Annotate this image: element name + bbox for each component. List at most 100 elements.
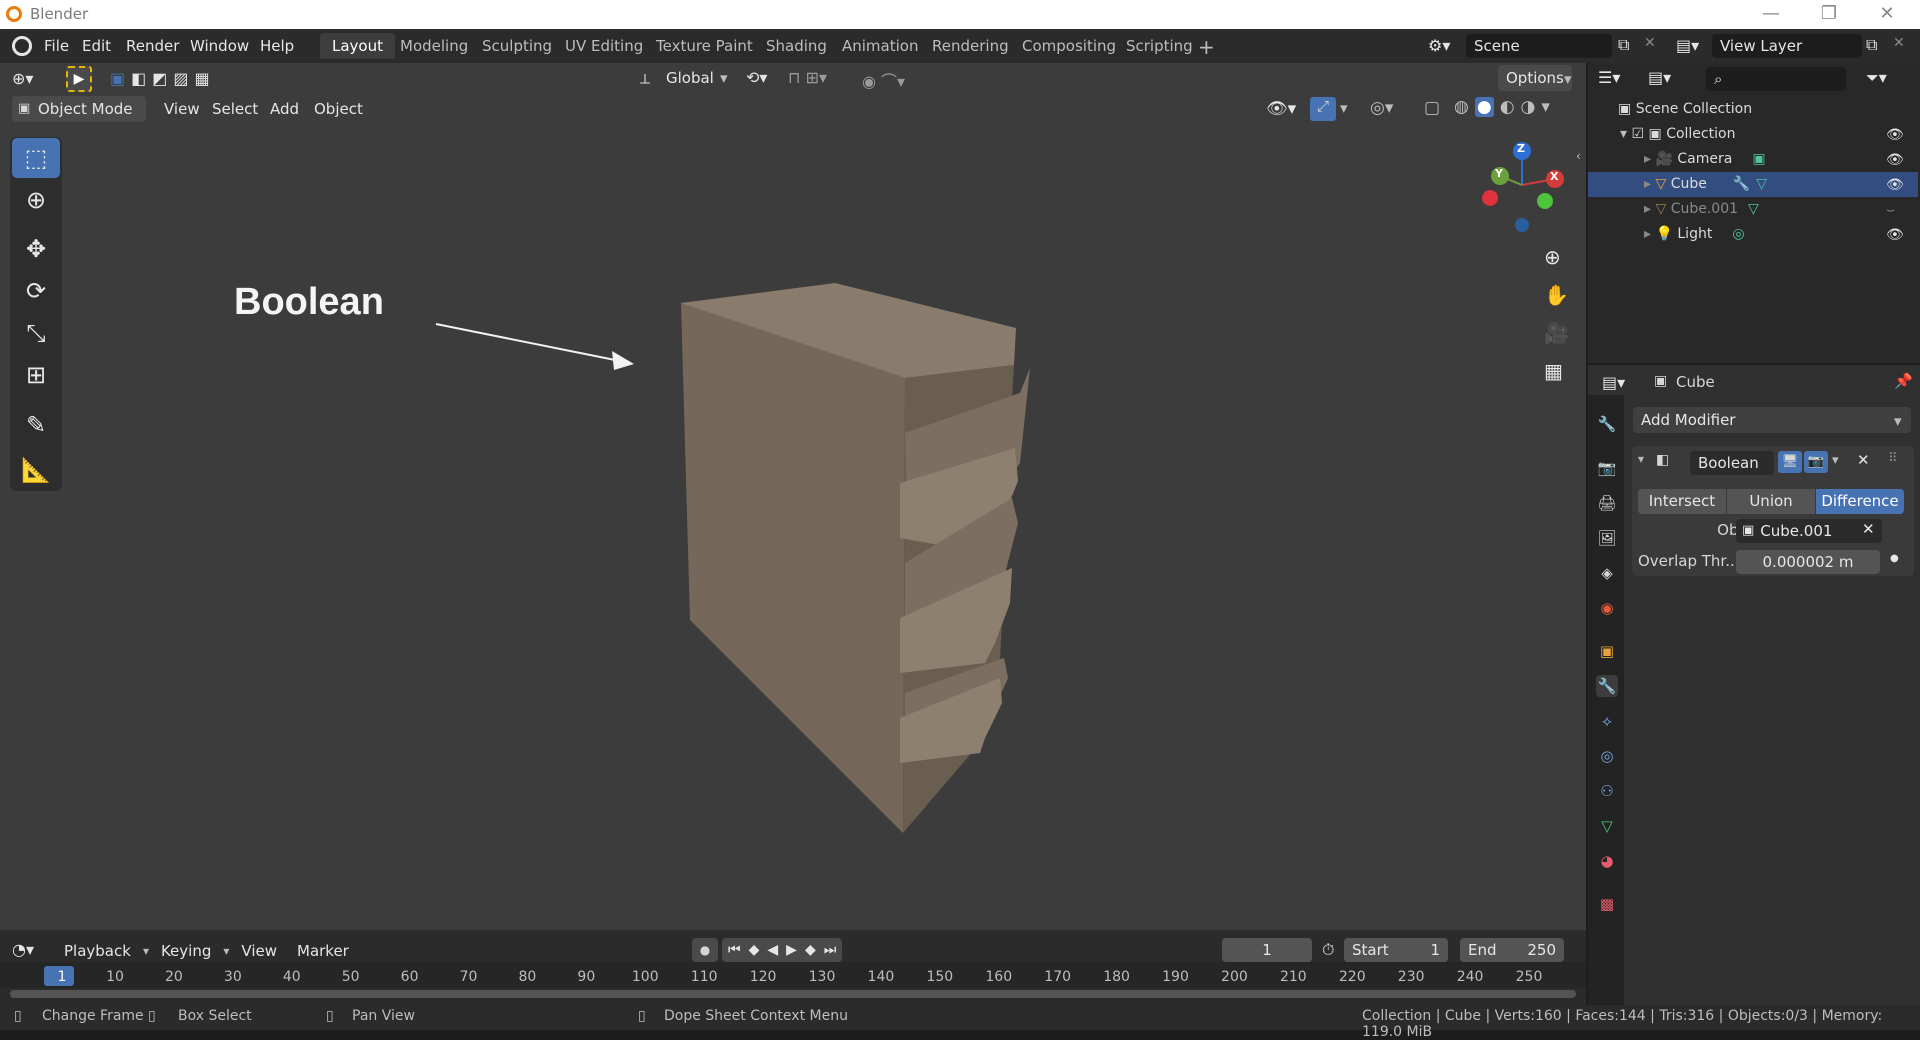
tab-shading[interactable]: Shading [754,33,839,59]
tab-rendering[interactable]: Rendering [920,33,1021,59]
viewport-menu-select[interactable]: Select [204,98,266,120]
physics-tab-icon[interactable]: ◎ [1596,745,1618,767]
orientation-icon[interactable]: ⟂ [640,70,650,88]
output-tab-icon[interactable]: 🖨 [1596,492,1618,514]
display-mode-icon[interactable]: ▤▾ [1648,68,1671,87]
select-tool-icon[interactable]: ▶ [66,66,92,92]
timeline-scrollbar[interactable] [10,990,1576,998]
overlays-icon[interactable]: ◎▾ [1370,98,1393,118]
collapse-sidebar-icon[interactable]: ‹ [1576,149,1581,163]
outliner-item-cube[interactable]: ▸ ▽ Cube 🔧 ▽ [1644,172,1904,197]
collapse-modifier-icon[interactable]: ▾ [1638,452,1644,466]
gizmo-chevron-icon[interactable]: ▾ [1340,99,1348,117]
scale-tool-icon[interactable]: ⤡ [12,313,60,353]
3d-viewport[interactable]: Z X Y Boolean ⊕ ✋ 🎥 ▦ ‹ [0,63,1586,930]
timeline-menu-playback[interactable]: Playback [56,938,139,964]
timeline-editor-type-icon[interactable]: ◔▾ [12,940,34,959]
next-keyframe-icon[interactable]: ◆ [805,942,816,958]
visibility-icon[interactable]: 👁▾ [1266,99,1296,119]
timeline-menu-keying[interactable]: Keying [153,938,219,964]
stopwatch-icon[interactable]: ⏱ [1322,940,1334,960]
outliner-item-light[interactable]: ▸ 💡 Light ◎ [1644,222,1904,247]
collection-eye-icon[interactable]: 👁 [1886,127,1904,143]
data-tab-icon[interactable]: ▽ [1596,815,1618,837]
menu-edit[interactable]: Edit [74,35,119,57]
viewport-menu-object[interactable]: Object [306,98,371,120]
modifier-wrench-icon[interactable]: 🔧 [1733,176,1750,192]
tab-uv-editing[interactable]: UV Editing [553,33,655,59]
operation-intersect[interactable]: Intersect [1638,489,1726,514]
outliner-search-input[interactable]: ⌕ [1706,67,1846,91]
keying-chevron-icon[interactable]: ▾ [223,944,229,958]
scene-selector-icon[interactable]: ⚙▾ [1428,36,1450,55]
tab-compositing[interactable]: Compositing [1010,33,1128,59]
jump-end-icon[interactable]: ⏭ [824,942,837,958]
drag-handle-icon[interactable]: ⠿ [1888,451,1898,466]
gizmo-x-label[interactable]: X [1550,170,1558,183]
boolean-object-field[interactable]: ▣ Cube.001 [1736,519,1882,543]
view-layer-field[interactable]: View Layer [1712,34,1862,58]
xray-icon[interactable]: ▢ [1424,98,1440,118]
options-dropdown[interactable]: Options [1498,65,1572,91]
pin-icon[interactable]: 📌 [1894,372,1913,390]
restore-button[interactable]: ❐ [1809,2,1849,26]
outliner-item-camera[interactable]: ▸ 🎥 Camera ▣ [1644,147,1904,172]
cube-eye-icon[interactable]: 👁 [1886,177,1904,193]
gizmo-toggle-icon[interactable]: ⤢ [1310,97,1336,121]
scene-name-field[interactable]: Scene [1466,34,1612,58]
new-scene-icon[interactable]: ⧉ [1618,35,1629,55]
overlap-threshold-field[interactable]: 0.000002 m [1736,550,1880,574]
tab-modeling[interactable]: Modeling [388,33,480,59]
jump-start-icon[interactable]: ⏮ [728,942,741,958]
start-frame-field[interactable]: Start 1 [1344,938,1448,962]
texture-tab-icon[interactable]: ▩ [1596,893,1618,915]
tab-animation[interactable]: Animation [830,33,930,59]
playback-chevron-icon[interactable]: ▾ [143,944,149,958]
modifier-tab-icon[interactable]: 🔧 [1596,675,1618,697]
tab-scripting[interactable]: Scripting [1114,33,1205,59]
close-window-button[interactable]: ✕ [1867,2,1907,26]
outliner-editor-type-icon[interactable]: ☰▾ [1598,68,1620,87]
viewport-menu-view[interactable]: View [156,98,208,120]
add-modifier-dropdown[interactable]: Add Modifier [1633,407,1911,433]
record-icon[interactable]: ● [692,938,718,962]
proportional-edit-icon[interactable]: ◉ ⌒▾ [862,68,905,92]
menu-file[interactable]: File [36,35,77,57]
operation-union[interactable]: Union [1727,489,1815,514]
menu-window[interactable]: Window [182,35,257,57]
modifier-name-field[interactable]: Boolean [1690,451,1774,475]
shading-mode-icons[interactable]: ◍ ● ◐ ◑ ▾ [1454,97,1550,117]
material-tab-icon[interactable]: ◕ [1596,850,1618,872]
playback-controls[interactable]: ⏮ ◆ ◀ ▶ ◆ ⏭ [722,938,843,962]
filter-icon[interactable]: ⏷▾ [1866,68,1887,88]
pan-hand-icon[interactable]: ✋ [1544,283,1569,307]
zoom-icon[interactable]: ⊕ [1544,245,1561,269]
world-tab-icon[interactable]: ◉ [1596,597,1618,619]
menu-help[interactable]: Help [252,35,302,57]
object-mode-dropdown[interactable]: Object Mode [12,96,146,122]
particles-tab-icon[interactable]: ⟡ [1596,710,1618,732]
transform-orientation-dropdown[interactable]: Global [666,69,714,87]
annotate-tool-icon[interactable]: ✎ [12,405,60,445]
select-box-tool-icon[interactable]: ⬚ [12,138,60,178]
mesh-data-icon[interactable]: ▽ [1748,201,1759,217]
constraints-tab-icon[interactable]: ⚇ [1596,780,1618,802]
show-viewport-icon[interactable]: 🖥 [1778,451,1802,473]
cube-001-hidden-icon[interactable]: ⌣ [1886,202,1895,218]
minimize-button[interactable]: — [1751,2,1791,26]
editor-type-icon[interactable]: ⊕▾ [12,69,33,88]
selection-mode-icons[interactable]: ▣ ◧ ◩ ▨ ▦ [110,69,210,88]
menu-render[interactable]: Render [118,35,187,57]
play-icon[interactable]: ▶ [786,942,797,958]
options-chevron-icon[interactable]: ▾ [1564,70,1572,88]
view-layer-tab-icon[interactable]: 🖼 [1596,527,1618,549]
tab-layout[interactable]: Layout [320,33,395,59]
camera-data-icon[interactable]: ▣ [1752,151,1765,167]
move-tool-icon[interactable]: ✥ [12,229,60,269]
operation-difference[interactable]: Difference [1816,489,1904,514]
prev-keyframe-icon[interactable]: ◆ [749,942,760,958]
show-render-icon[interactable]: 📷 [1804,451,1828,473]
camera-view-icon[interactable]: 🎥 [1544,321,1569,345]
timeline-menu-marker[interactable]: Marker [289,938,357,964]
scene-tab-icon[interactable]: ◈ [1596,562,1618,584]
